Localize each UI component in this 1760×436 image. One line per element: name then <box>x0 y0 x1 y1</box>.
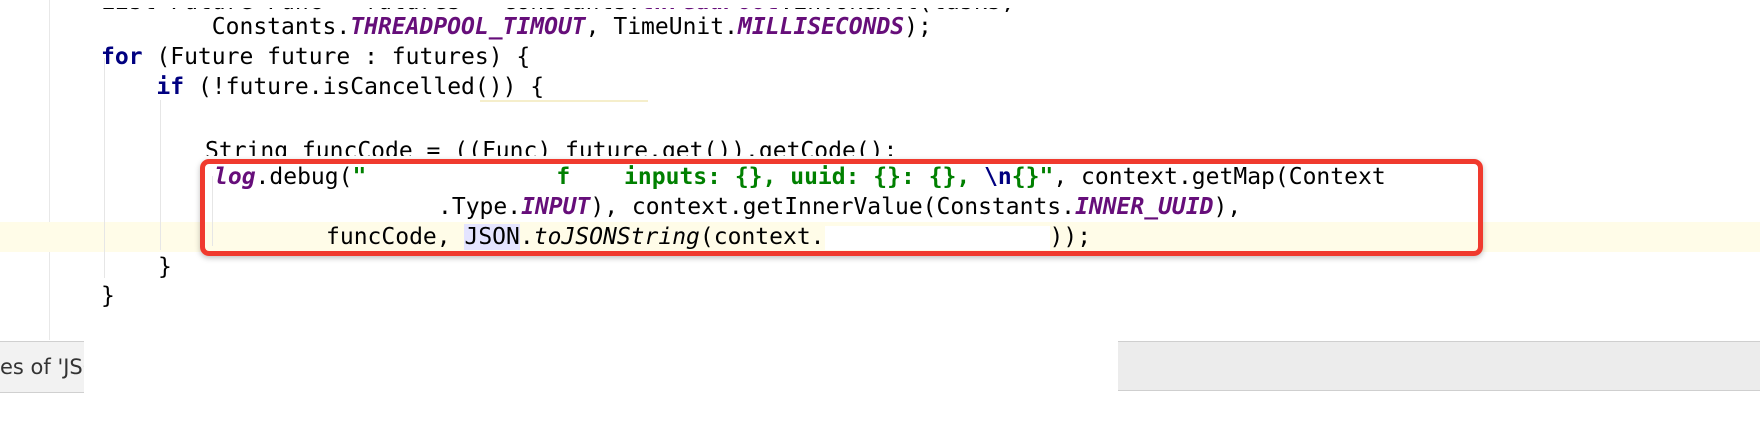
usages-panel-tab-label: es of 'JSO <box>0 355 84 379</box>
code-line[interactable]: if (!future.isCancelled()) { <box>101 72 544 102</box>
code-token: (!future.isCancelled()) { <box>184 74 545 100</box>
viewport-top-edge <box>95 0 1095 8</box>
code-token: } <box>158 254 172 280</box>
code-token: THREADPOOL_TIMOUT <box>350 14 586 40</box>
code-token: String funcCode = ((Func) future.get()).… <box>205 138 898 156</box>
usages-panel-tab[interactable]: es of 'JSO <box>0 341 84 393</box>
code-token: ); <box>904 14 932 40</box>
code-line[interactable]: } <box>158 252 172 282</box>
code-token: , TimeUnit. <box>585 14 738 40</box>
code-editor[interactable]: List<Future<Func>> futures = Constants.t… <box>0 0 1760 340</box>
annotation-highlight-box <box>200 159 1483 256</box>
panel-toolbar <box>1118 341 1760 391</box>
code-line[interactable]: } <box>101 281 115 311</box>
code-line[interactable]: String funcCode = ((Func) future.get()).… <box>205 136 897 156</box>
code-token: } <box>101 283 115 309</box>
code-token: if <box>156 74 185 100</box>
code-line[interactable]: Constants.THREADPOOL_TIMOUT, TimeUnit.MI… <box>101 12 932 42</box>
code-token: MILLISECONDS <box>737 14 905 40</box>
indent-guide <box>160 100 161 250</box>
code-token: (Future future : futures) { <box>142 44 531 70</box>
gutter-divider <box>49 0 50 340</box>
code-line[interactable]: for (Future future : futures) { <box>101 42 530 72</box>
code-token: for <box>101 44 143 70</box>
code-token: Constants. <box>101 14 351 40</box>
